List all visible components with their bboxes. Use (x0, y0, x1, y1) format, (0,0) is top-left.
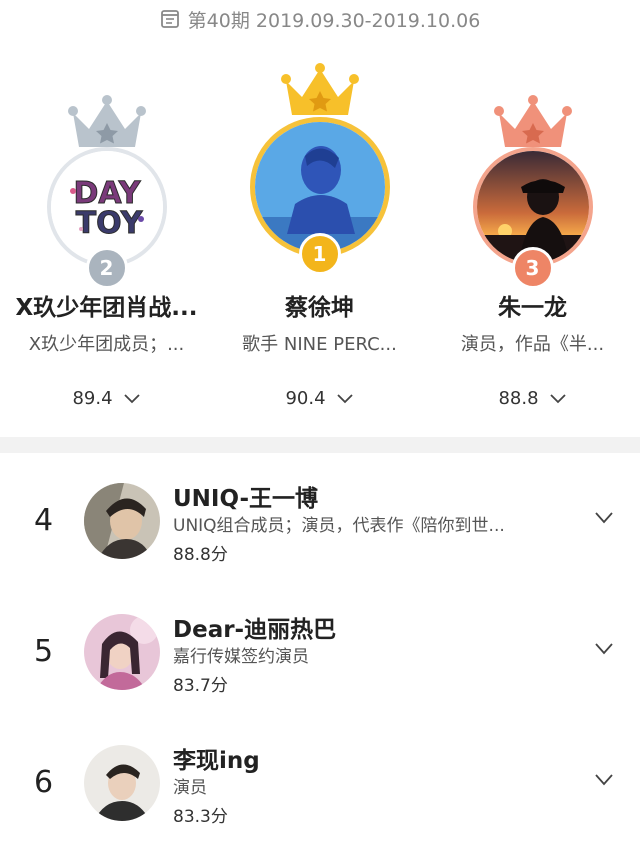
podium-name: X玖少年团肖战... (15, 295, 198, 321)
crown-silver-icon (67, 95, 147, 153)
avatar (84, 483, 160, 559)
chevron-down-icon[interactable] (594, 773, 614, 787)
section-divider (0, 437, 640, 453)
list-item[interactable]: 5 Dear-迪丽热巴 嘉行传媒签约演员 83.7分 (0, 584, 640, 715)
crown-gold-icon (280, 63, 360, 121)
list-item-name: 李现ing (173, 748, 260, 774)
list-item-score: 83.7分 (173, 676, 228, 696)
list-item-score: 83.3分 (173, 807, 228, 827)
rank-badge: 1 (298, 233, 341, 275)
list-item[interactable]: 4 UNIQ-王一博 UNIQ组合成员；演员，代表作《陪你到世... 88.8分 (0, 453, 640, 584)
rank-number: 4 (34, 503, 54, 538)
score-value: 89.4 (72, 388, 113, 409)
chevron-down-icon[interactable] (594, 642, 614, 656)
podium: DAY TOY 2 X玖少年团肖战... X玖少年团成员；... 89.4 1 … (0, 55, 640, 435)
chevron-down-icon[interactable] (549, 393, 567, 405)
rank-number: 5 (34, 634, 54, 669)
podium-entry-rank-1[interactable]: 1 蔡徐坤 歌手 NINE PERC... 90.4 (213, 55, 426, 425)
period-header: 第40期 2019.09.30-2019.10.06 (0, 0, 640, 38)
rank-badge: 2 (85, 247, 128, 289)
podium-desc: 演员，作品《半... (460, 334, 605, 355)
chevron-down-icon[interactable] (123, 393, 141, 405)
list-item-score: 88.8分 (173, 545, 228, 565)
crown-bronze-icon (493, 95, 573, 153)
podium-entry-rank-2[interactable]: DAY TOY 2 X玖少年团肖战... X玖少年团成员；... 89.4 (0, 55, 213, 425)
score-value: 88.8 (498, 388, 539, 409)
chevron-down-icon[interactable] (336, 393, 354, 405)
ranking-list: 4 UNIQ-王一博 UNIQ组合成员；演员，代表作《陪你到世... 88.8分… (0, 453, 640, 846)
podium-entry-rank-3[interactable]: 3 朱一龙 演员，作品《半... 88.8 (426, 55, 639, 425)
podium-desc: X玖少年团成员；... (28, 334, 185, 355)
podium-name: 朱一龙 (498, 295, 567, 321)
list-item-desc: 演员 (173, 778, 207, 798)
chevron-down-icon[interactable] (594, 511, 614, 525)
rank-number: 6 (34, 765, 54, 800)
score-value: 90.4 (285, 388, 326, 409)
podium-desc: 歌手 NINE PERC... (242, 334, 397, 355)
period-text: 第40期 2019.09.30-2019.10.06 (187, 9, 481, 32)
svg-text:TOY: TOY (75, 206, 143, 241)
avatar (84, 745, 160, 821)
podium-score[interactable]: 90.4 (213, 388, 426, 409)
list-item-desc: UNIQ组合成员；演员，代表作《陪你到世... (173, 516, 505, 536)
rank-badge: 3 (511, 247, 554, 289)
podium-name: 蔡徐坤 (285, 295, 354, 321)
list-item-name: UNIQ-王一博 (173, 486, 319, 512)
list-item[interactable]: 6 李现ing 演员 83.3分 (0, 715, 640, 846)
avatar (84, 614, 160, 690)
podium-score[interactable]: 89.4 (0, 388, 213, 409)
list-item-name: Dear-迪丽热巴 (173, 617, 337, 643)
calendar-list-icon (160, 9, 180, 29)
list-item-desc: 嘉行传媒签约演员 (173, 647, 309, 667)
podium-score[interactable]: 88.8 (426, 388, 639, 409)
